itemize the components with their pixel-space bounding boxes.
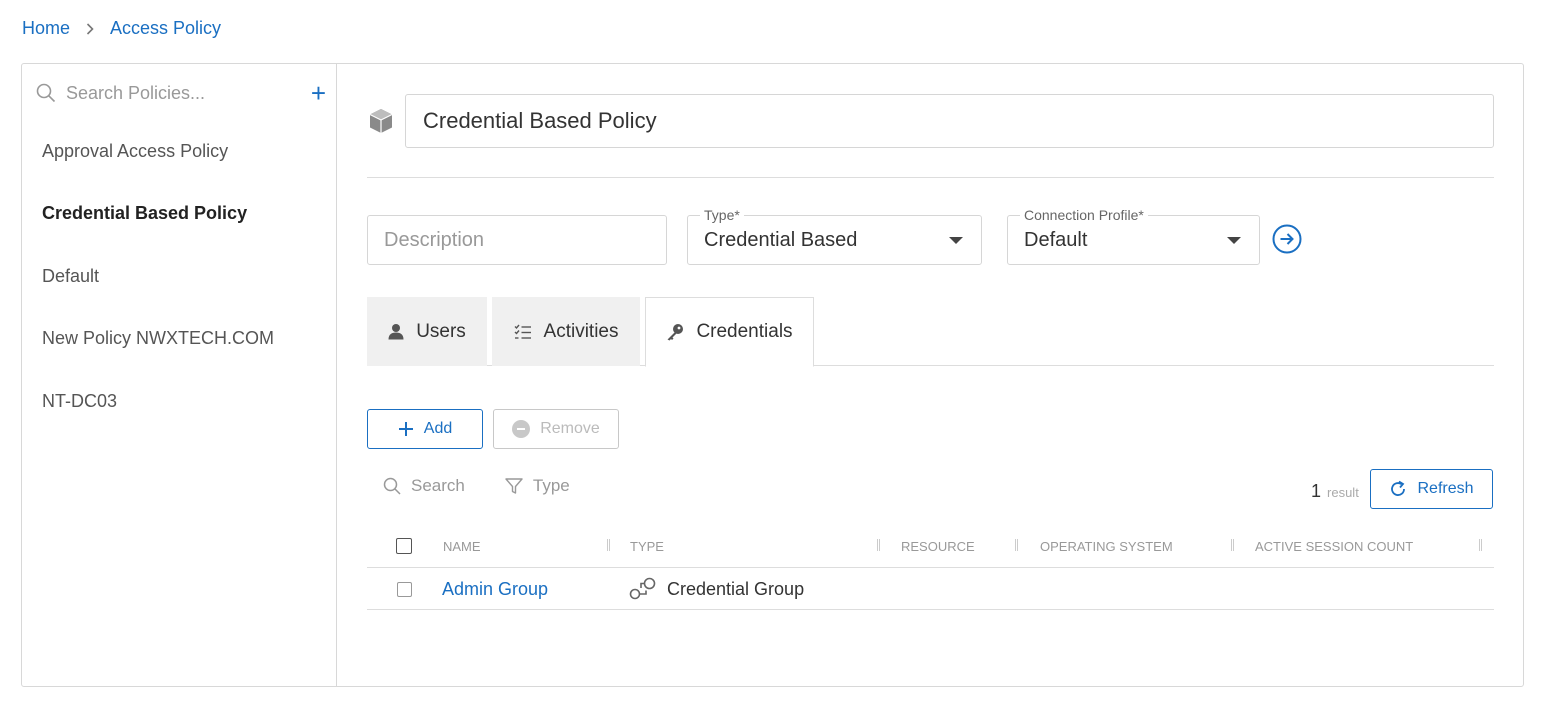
policy-list-item[interactable]: NT-DC03 (22, 370, 336, 433)
policy-list-item-label: New Policy NWXTECH.COM (42, 328, 275, 349)
arrow-right-circle-icon[interactable] (1272, 224, 1302, 254)
column-header-active-session-count[interactable]: ACTIVE SESSION COUNT (1255, 524, 1413, 568)
column-header-operating-system[interactable]: OPERATING SYSTEM (1040, 524, 1173, 568)
remove-button[interactable]: Remove (493, 409, 619, 449)
cube-icon (367, 107, 395, 135)
connection-profile-select[interactable]: Connection Profile* Default (1007, 207, 1260, 265)
divider (367, 177, 1494, 178)
chevron-right-icon (86, 22, 94, 35)
policy-list-item[interactable]: New Policy NWXTECH.COM (22, 308, 336, 371)
name-cell: Admin Group (442, 568, 548, 610)
column-resize-handle[interactable] (607, 539, 610, 551)
connection-profile-label: Connection Profile* (1020, 207, 1148, 223)
checklist-icon (514, 324, 532, 340)
caret-down-icon (1227, 237, 1241, 244)
tab-credentials-label: Credentials (696, 321, 793, 342)
type-label: Type* (700, 207, 744, 223)
row-checkbox[interactable] (397, 581, 412, 597)
policy-list-item[interactable]: Approval Access Policy (22, 120, 336, 183)
policy-name-field[interactable]: Credential Based Policy (405, 94, 1494, 148)
policy-panel: + Approval Access Policy Credential Base… (21, 63, 1524, 687)
policy-list-item-label: NT-DC03 (42, 390, 118, 411)
select-all-cell (396, 524, 412, 568)
table-row[interactable]: Admin Group Credential Group (367, 568, 1494, 610)
minus-circle-icon (512, 420, 531, 438)
description-field[interactable]: Description (367, 215, 667, 265)
policy-list-item-selected[interactable]: Credential Based Policy (22, 183, 336, 246)
key-icon (666, 323, 684, 341)
type-filter-label: Type (532, 476, 570, 495)
column-header-resource[interactable]: RESOURCE (901, 524, 975, 568)
type-value: Credential Based (704, 228, 858, 251)
policy-list-item-label: Default (42, 265, 100, 286)
credential-group-icon (628, 577, 657, 601)
column-header-type[interactable]: TYPE (630, 524, 664, 568)
user-icon (388, 323, 404, 340)
tab-activities[interactable]: Activities (492, 297, 640, 366)
search-filter-label: Search (411, 476, 465, 495)
refresh-button[interactable]: Refresh (1370, 469, 1493, 509)
policy-search: + (36, 78, 326, 108)
policy-sidebar: + Approval Access Policy Credential Base… (22, 64, 337, 686)
add-button-label: Add (423, 420, 453, 437)
column-header-name[interactable]: NAME (443, 524, 481, 568)
type-select[interactable]: Type* Credential Based (687, 207, 982, 265)
caret-down-icon (949, 237, 963, 244)
refresh-icon (1389, 480, 1407, 498)
type-filter[interactable]: Type (505, 476, 570, 496)
credentials-table: NAME TYPE RESOURCE OPERATING SYSTEM ACTI… (367, 524, 1494, 610)
description-placeholder: Description (384, 228, 485, 251)
tab-bar: Users Activities Credentials (367, 297, 1494, 367)
breadcrumb-current-link[interactable]: Access Policy (110, 18, 221, 39)
policy-detail: Credential Based Policy Description Type… (367, 64, 1523, 686)
result-count-label: result (1327, 485, 1359, 500)
select-all-checkbox[interactable] (396, 538, 412, 554)
column-resize-handle[interactable] (1231, 539, 1234, 551)
policy-list-item-label: Credential Based Policy (42, 203, 248, 224)
table-header: NAME TYPE RESOURCE OPERATING SYSTEM ACTI… (367, 524, 1494, 568)
column-resize-handle[interactable] (1479, 539, 1482, 551)
plus-icon (398, 421, 414, 437)
policy-list-item-label: Approval Access Policy (42, 140, 229, 161)
credential-type-text: Credential Group (667, 578, 805, 599)
row-checkbox-cell (397, 568, 412, 610)
column-resize-handle[interactable] (877, 539, 880, 551)
table-filters: Search Type (383, 476, 610, 496)
search-icon (36, 83, 56, 103)
tab-users-label: Users (416, 320, 466, 342)
connection-profile-value: Default (1024, 228, 1088, 251)
search-filter[interactable]: Search (383, 476, 465, 496)
remove-button-label: Remove (540, 420, 600, 437)
refresh-button-label: Refresh (1417, 480, 1474, 497)
add-policy-button[interactable]: + (311, 80, 326, 106)
search-icon (383, 477, 401, 495)
filter-icon (505, 477, 523, 495)
column-resize-handle[interactable] (1015, 539, 1018, 551)
add-button[interactable]: Add (367, 409, 483, 449)
policy-list-item[interactable]: Default (22, 245, 336, 308)
tab-credentials[interactable]: Credentials (645, 297, 814, 367)
breadcrumb-home-link[interactable]: Home (22, 18, 70, 39)
policy-list: Approval Access Policy Credential Based … (22, 120, 336, 433)
policy-title-row: Credential Based Policy (367, 94, 1494, 148)
result-count-value: 1 (1311, 481, 1322, 501)
tab-activities-label: Activities (543, 320, 619, 342)
policy-search-input[interactable] (66, 82, 286, 104)
result-count: 1 result (1311, 481, 1359, 502)
breadcrumb: Home Access Policy (22, 18, 221, 39)
type-cell: Credential Group (628, 568, 804, 610)
credential-name-link[interactable]: Admin Group (442, 579, 548, 600)
tab-users[interactable]: Users (367, 297, 487, 366)
